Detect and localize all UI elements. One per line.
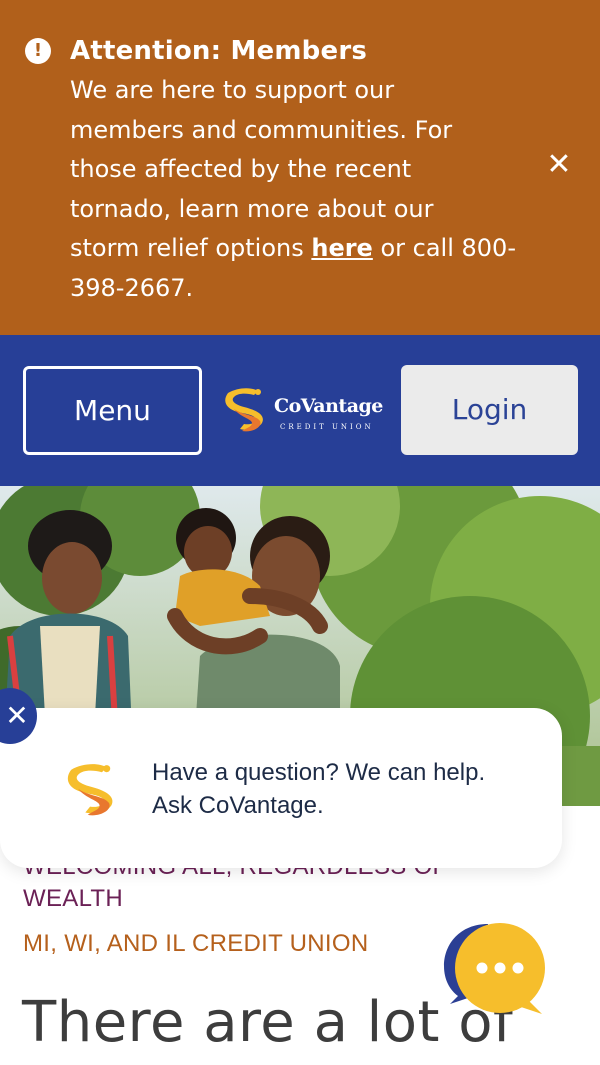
tagline: WELCOMING ALL, REGARDLESS OFWEALTH — [23, 853, 447, 913]
site-header: Menu CoVantage CREDIT UNION Login — [0, 335, 600, 486]
tagline-line: WEALTH — [23, 885, 124, 912]
alert-line: tornado, learn more about our — [70, 194, 434, 223]
alert-line: storm relief options here or call 800- — [70, 229, 530, 269]
alert-line: members and communities. For — [70, 115, 453, 144]
alert-title: Attention: Members — [70, 36, 368, 66]
login-button[interactable]: Login — [401, 365, 578, 455]
exclamation-circle-icon: ! — [25, 38, 51, 64]
logo-mark-icon — [225, 388, 263, 432]
logo-subtitle: CREDIT UNION — [280, 423, 374, 431]
region-tagline: MI, WI, AND IL CREDIT UNION — [23, 930, 369, 957]
alert-line: 398-2667. — [70, 273, 194, 302]
menu-button[interactable]: Menu — [23, 366, 202, 455]
alert-message: We are here to support our members and c… — [70, 71, 530, 308]
alert-line: those affected by the recent — [70, 155, 412, 183]
chat-popup[interactable]: Have a question? We can help. Ask CoVant… — [0, 708, 562, 868]
chat-message: Have a question? We can help. Ask CoVant… — [152, 759, 486, 819]
alert-line: We are here to support our — [70, 76, 395, 104]
storm-relief-link[interactable]: here — [311, 234, 372, 262]
alert-text: or call 800- — [372, 234, 516, 262]
alert-text: storm relief options — [70, 234, 312, 262]
close-icon[interactable]: ✕ — [544, 148, 574, 182]
alert-banner: ! Attention: Members We are here to supp… — [0, 0, 600, 335]
logo-name: CoVantage — [274, 395, 383, 417]
logo-mark-icon — [67, 764, 113, 816]
chat-bubble-icon[interactable] — [438, 918, 553, 1023]
covantage-logo[interactable]: CoVantage CREDIT UNION — [222, 385, 383, 435]
